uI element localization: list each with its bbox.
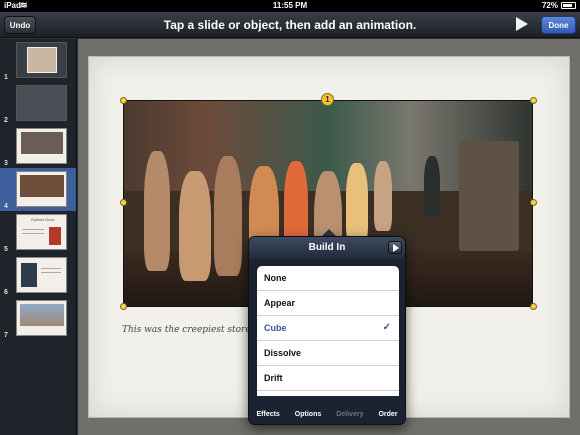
slide-thumbnail-image	[16, 257, 67, 293]
tab-options[interactable]: Options	[295, 411, 321, 418]
slide-thumbnail-image: Rubber Duck	[16, 214, 67, 250]
mannequin-figure	[144, 151, 170, 271]
slide-number: 5	[4, 246, 8, 253]
slide-thumbnail-image	[16, 300, 67, 336]
slide-thumbnail-1[interactable]: 1	[0, 39, 76, 82]
slide-caption[interactable]: This was the creepiest store we	[122, 325, 267, 335]
effect-option[interactable]: Dissolve	[257, 341, 399, 366]
mannequin-figure	[214, 156, 242, 276]
effect-option-label: Cube	[264, 323, 287, 333]
slide-number: 2	[4, 117, 8, 124]
mannequin-figure	[346, 163, 368, 243]
slide-thumbnail-4[interactable]: 4	[0, 168, 76, 211]
slide-number: 7	[4, 332, 8, 339]
status-bar: iPad ≋ 11:55 PM 72%	[0, 0, 580, 12]
slide-thumbnail-image	[16, 42, 67, 78]
mannequin-figure	[424, 156, 440, 216]
effect-option[interactable]: None	[257, 266, 399, 291]
slide-navigator[interactable]: 1 2 3 4 Rubber Duck 5 6 7	[0, 39, 77, 435]
effect-list[interactable]: None Appear Cube ✓ Dissolve Drift	[257, 266, 399, 396]
effect-option[interactable]: Appear	[257, 291, 399, 316]
play-icon[interactable]	[516, 17, 528, 31]
effect-option-selected[interactable]: Cube ✓	[257, 316, 399, 341]
preview-play-button[interactable]	[388, 241, 402, 254]
resize-handle[interactable]	[120, 303, 127, 310]
status-time: 11:55 PM	[272, 1, 308, 10]
resize-handle[interactable]	[530, 303, 537, 310]
resize-handle[interactable]	[120, 97, 127, 104]
popover-title: Build In	[308, 242, 346, 253]
resize-handle[interactable]	[530, 199, 537, 206]
battery-percent: 72%	[541, 1, 558, 10]
tab-delivery: Delivery	[336, 411, 364, 418]
checkmark-icon: ✓	[382, 322, 391, 333]
slide-thumbnail-7[interactable]: 7	[0, 297, 76, 340]
thumbnail-title: Rubber Duck	[31, 217, 55, 222]
battery-icon	[561, 2, 576, 9]
effect-option[interactable]: Drift	[257, 366, 399, 391]
resize-handle[interactable]	[120, 199, 127, 206]
mannequin-figure	[179, 171, 211, 281]
toolbar-title: Tap a slide or object, then add an anima…	[163, 18, 417, 32]
build-order-badge[interactable]: 1	[321, 93, 334, 106]
slide-number: 3	[4, 160, 8, 167]
popover-header: Build In	[249, 237, 405, 259]
toolbar: Undo Tap a slide or object, then add an …	[0, 12, 580, 38]
display-case	[459, 141, 519, 251]
slide-thumbnail-image	[16, 171, 67, 207]
mannequin-figure	[374, 161, 392, 231]
slide-thumbnail-image	[16, 128, 67, 164]
slide-thumbnail-5[interactable]: Rubber Duck 5	[0, 211, 76, 254]
build-in-popover: Build In None Appear Cube ✓ Dissolve Dri…	[248, 236, 406, 425]
slide-thumbnail-6[interactable]: 6	[0, 254, 76, 297]
tab-effects[interactable]: Effects	[256, 411, 279, 418]
slide-thumbnail-image	[16, 85, 67, 121]
resize-handle[interactable]	[530, 97, 537, 104]
done-button[interactable]: Done	[541, 16, 576, 34]
tab-order[interactable]: Order	[378, 411, 397, 418]
popover-tabs: Effects Options Delivery Order	[249, 405, 405, 424]
slide-thumbnail-2[interactable]: 2	[0, 82, 76, 125]
slide-number: 6	[4, 289, 8, 296]
slide-thumbnail-3[interactable]: 3	[0, 125, 76, 168]
slide-number: 4	[4, 203, 8, 210]
slide-number: 1	[4, 74, 8, 81]
